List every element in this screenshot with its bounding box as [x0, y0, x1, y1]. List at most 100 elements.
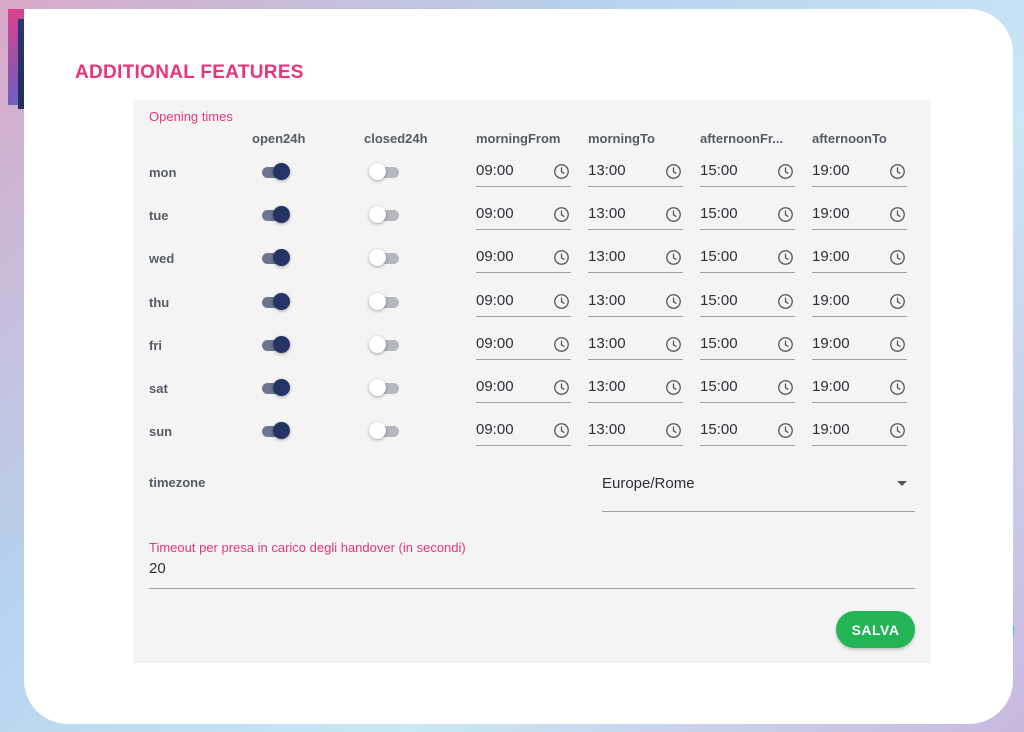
clock-icon[interactable] — [777, 206, 794, 223]
afternoon-to-field[interactable]: 19:00 — [812, 193, 907, 231]
time-value[interactable]: 19:00 — [812, 292, 850, 309]
clock-icon[interactable] — [889, 422, 906, 439]
clock-icon[interactable] — [889, 249, 906, 266]
afternoon-from-field[interactable]: 15:00 — [700, 150, 795, 187]
afternoon-to-field[interactable]: 19:00 — [812, 323, 907, 360]
clock-icon[interactable] — [777, 249, 794, 266]
closed-24h-toggle[interactable] — [369, 249, 401, 267]
open-24h-toggle[interactable] — [260, 422, 290, 440]
closed-24h-toggle[interactable] — [369, 163, 401, 181]
morning-to-field[interactable]: 13:00 — [588, 193, 683, 231]
afternoon-to-field[interactable]: 19:00 — [812, 236, 907, 274]
time-value[interactable]: 09:00 — [476, 248, 514, 265]
clock-icon[interactable] — [553, 422, 570, 439]
time-value[interactable]: 13:00 — [588, 162, 626, 179]
time-value[interactable]: 15:00 — [700, 248, 738, 265]
clock-icon[interactable] — [889, 379, 906, 396]
clock-icon[interactable] — [553, 206, 570, 223]
afternoon-from-field[interactable]: 15:00 — [700, 323, 795, 360]
time-value[interactable]: 09:00 — [476, 162, 514, 179]
time-value[interactable]: 19:00 — [812, 378, 850, 395]
morning-from-field[interactable]: 09:00 — [476, 409, 571, 447]
time-value[interactable]: 09:00 — [476, 378, 514, 395]
closed-24h-toggle[interactable] — [369, 335, 401, 354]
time-value[interactable]: 13:00 — [588, 421, 626, 438]
morning-to-field[interactable]: 13:00 — [588, 366, 683, 403]
clock-icon[interactable] — [665, 249, 682, 266]
time-value[interactable]: 09:00 — [476, 205, 514, 222]
afternoon-from-field[interactable]: 15:00 — [700, 236, 795, 274]
open-24h-toggle[interactable] — [260, 379, 290, 397]
clock-icon[interactable] — [665, 422, 682, 439]
morning-to-field[interactable]: 13:00 — [588, 409, 683, 447]
afternoon-to-field[interactable]: 19:00 — [812, 366, 907, 403]
clock-icon[interactable] — [777, 336, 794, 353]
morning-from-field[interactable]: 09:00 — [476, 323, 571, 360]
time-value[interactable]: 13:00 — [588, 335, 626, 352]
timeout-input[interactable]: 20 — [149, 560, 166, 577]
morning-from-field[interactable]: 09:00 — [476, 366, 571, 403]
time-value[interactable]: 15:00 — [700, 421, 738, 438]
time-value[interactable]: 19:00 — [812, 335, 850, 352]
open-24h-toggle[interactable] — [260, 292, 290, 311]
closed-24h-toggle[interactable] — [369, 422, 401, 440]
time-value[interactable]: 15:00 — [700, 378, 738, 395]
time-value[interactable]: 09:00 — [476, 335, 514, 352]
clock-icon[interactable] — [777, 163, 794, 180]
time-value[interactable]: 09:00 — [476, 421, 514, 438]
clock-icon[interactable] — [777, 422, 794, 439]
clock-icon[interactable] — [665, 293, 682, 310]
afternoon-from-field[interactable]: 15:00 — [700, 409, 795, 447]
closed-24h-toggle[interactable] — [369, 292, 401, 311]
time-value[interactable]: 19:00 — [812, 421, 850, 438]
time-value[interactable]: 19:00 — [812, 162, 850, 179]
morning-to-field[interactable]: 13:00 — [588, 280, 683, 317]
morning-from-field[interactable]: 09:00 — [476, 193, 571, 231]
time-value[interactable]: 15:00 — [700, 292, 738, 309]
clock-icon[interactable] — [553, 163, 570, 180]
clock-icon[interactable] — [665, 336, 682, 353]
clock-icon[interactable] — [553, 336, 570, 353]
clock-icon[interactable] — [665, 206, 682, 223]
time-value[interactable]: 13:00 — [588, 292, 626, 309]
open-24h-toggle[interactable] — [260, 335, 290, 354]
time-value[interactable]: 15:00 — [700, 335, 738, 352]
time-value[interactable]: 13:00 — [588, 205, 626, 222]
clock-icon[interactable] — [553, 293, 570, 310]
morning-from-field[interactable]: 09:00 — [476, 150, 571, 187]
afternoon-from-field[interactable]: 15:00 — [700, 280, 795, 317]
time-value[interactable]: 15:00 — [700, 162, 738, 179]
afternoon-to-field[interactable]: 19:00 — [812, 150, 907, 187]
clock-icon[interactable] — [889, 336, 906, 353]
clock-icon[interactable] — [553, 379, 570, 396]
time-value[interactable]: 13:00 — [588, 378, 626, 395]
closed-24h-toggle[interactable] — [369, 206, 401, 224]
clock-icon[interactable] — [889, 163, 906, 180]
time-value[interactable]: 13:00 — [588, 248, 626, 265]
clock-icon[interactable] — [777, 293, 794, 310]
clock-icon[interactable] — [777, 379, 794, 396]
clock-icon[interactable] — [665, 163, 682, 180]
open-24h-toggle[interactable] — [260, 249, 290, 267]
time-value[interactable]: 19:00 — [812, 248, 850, 265]
morning-from-field[interactable]: 09:00 — [476, 280, 571, 317]
clock-icon[interactable] — [665, 379, 682, 396]
time-value[interactable]: 15:00 — [700, 205, 738, 222]
afternoon-from-field[interactable]: 15:00 — [700, 193, 795, 231]
save-button[interactable]: SALVA — [836, 611, 915, 648]
timezone-select[interactable]: Europe/Rome — [602, 462, 915, 512]
morning-to-field[interactable]: 13:00 — [588, 323, 683, 360]
clock-icon[interactable] — [553, 249, 570, 266]
open-24h-toggle[interactable] — [260, 163, 290, 181]
time-value[interactable]: 09:00 — [476, 292, 514, 309]
time-value[interactable]: 19:00 — [812, 205, 850, 222]
clock-icon[interactable] — [889, 206, 906, 223]
morning-from-field[interactable]: 09:00 — [476, 236, 571, 274]
morning-to-field[interactable]: 13:00 — [588, 236, 683, 274]
morning-to-field[interactable]: 13:00 — [588, 150, 683, 187]
afternoon-to-field[interactable]: 19:00 — [812, 280, 907, 317]
open-24h-toggle[interactable] — [260, 206, 290, 224]
timeout-field[interactable]: Timeout per presa in carico degli handov… — [149, 540, 915, 589]
clock-icon[interactable] — [889, 293, 906, 310]
closed-24h-toggle[interactable] — [369, 379, 401, 397]
